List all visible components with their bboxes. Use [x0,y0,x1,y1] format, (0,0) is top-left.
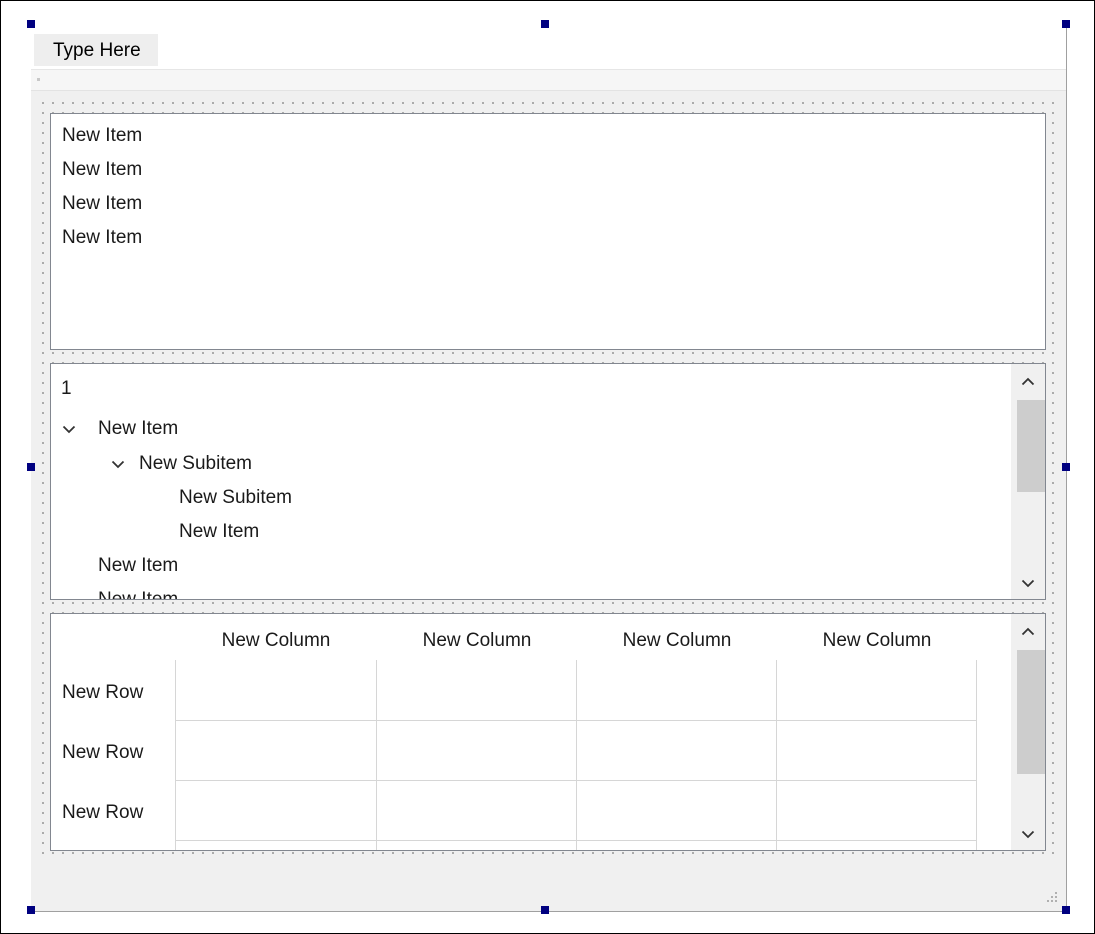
selection-handle[interactable] [27,20,35,28]
toolbar-grip-icon[interactable] [37,78,40,81]
list-item[interactable]: New Item [62,153,142,187]
chevron-up-icon[interactable] [1011,614,1045,648]
chevron-down-icon[interactable] [1011,566,1045,599]
list-item[interactable]: New Item [62,119,142,153]
vertical-scrollbar[interactable] [1011,614,1045,850]
grid-line [175,720,976,721]
tree-subitem[interactable]: New Subitem [179,481,292,515]
menu-item-type-here[interactable]: Type Here [34,34,158,66]
row-header[interactable]: New Row [62,724,143,782]
list-item[interactable]: New Item [62,187,142,221]
scrollbar-thumb[interactable] [1017,400,1045,492]
selection-handle[interactable] [541,20,549,28]
row-header[interactable]: New Row [62,664,143,722]
selection-handle[interactable] [1062,906,1070,914]
grid-line [776,660,777,850]
list-widget[interactable]: New Item New Item New Item New Item [50,113,1046,350]
grid-line [175,660,176,850]
tree-item[interactable]: New Item [98,549,178,583]
tree-header-label: 1 [61,378,72,399]
grid-line [175,840,976,841]
row-header[interactable]: New Row [62,784,143,842]
table-widget[interactable]: New Column New Column New Column New Col… [50,613,1046,851]
chevron-up-icon[interactable] [1011,364,1045,398]
grid-line [976,660,977,850]
column-header[interactable]: New Column [577,614,777,672]
column-header[interactable]: New Column [176,614,376,672]
size-grip-icon[interactable] [1043,888,1059,904]
vertical-scrollbar[interactable] [1011,364,1045,599]
grid-line [376,660,377,850]
chevron-down-icon[interactable] [1011,817,1045,850]
grid-line [175,780,976,781]
chevron-down-icon[interactable] [108,447,128,481]
column-header[interactable]: New Column [377,614,577,672]
menu-bar: Type Here [31,24,1066,70]
toolbar-area [31,70,1066,91]
column-header[interactable]: New Column [777,614,977,672]
selection-handle[interactable] [27,463,35,471]
scrollbar-thumb[interactable] [1017,650,1045,774]
tree-item[interactable]: New Item [98,412,178,446]
tree-widget[interactable]: 1 New Item New Subitem New Subitem New I… [50,363,1046,600]
tree-subitem[interactable]: New Subitem [139,447,252,481]
list-item[interactable]: New Item [62,221,142,255]
chevron-down-icon[interactable] [59,412,79,446]
selection-handle[interactable] [541,906,549,914]
tree-item[interactable]: New Item [98,583,178,599]
grid-line [576,660,577,850]
selection-handle[interactable] [27,906,35,914]
tree-item[interactable]: New Item [179,515,259,549]
selection-handle[interactable] [1062,20,1070,28]
selection-handle[interactable] [1062,463,1070,471]
